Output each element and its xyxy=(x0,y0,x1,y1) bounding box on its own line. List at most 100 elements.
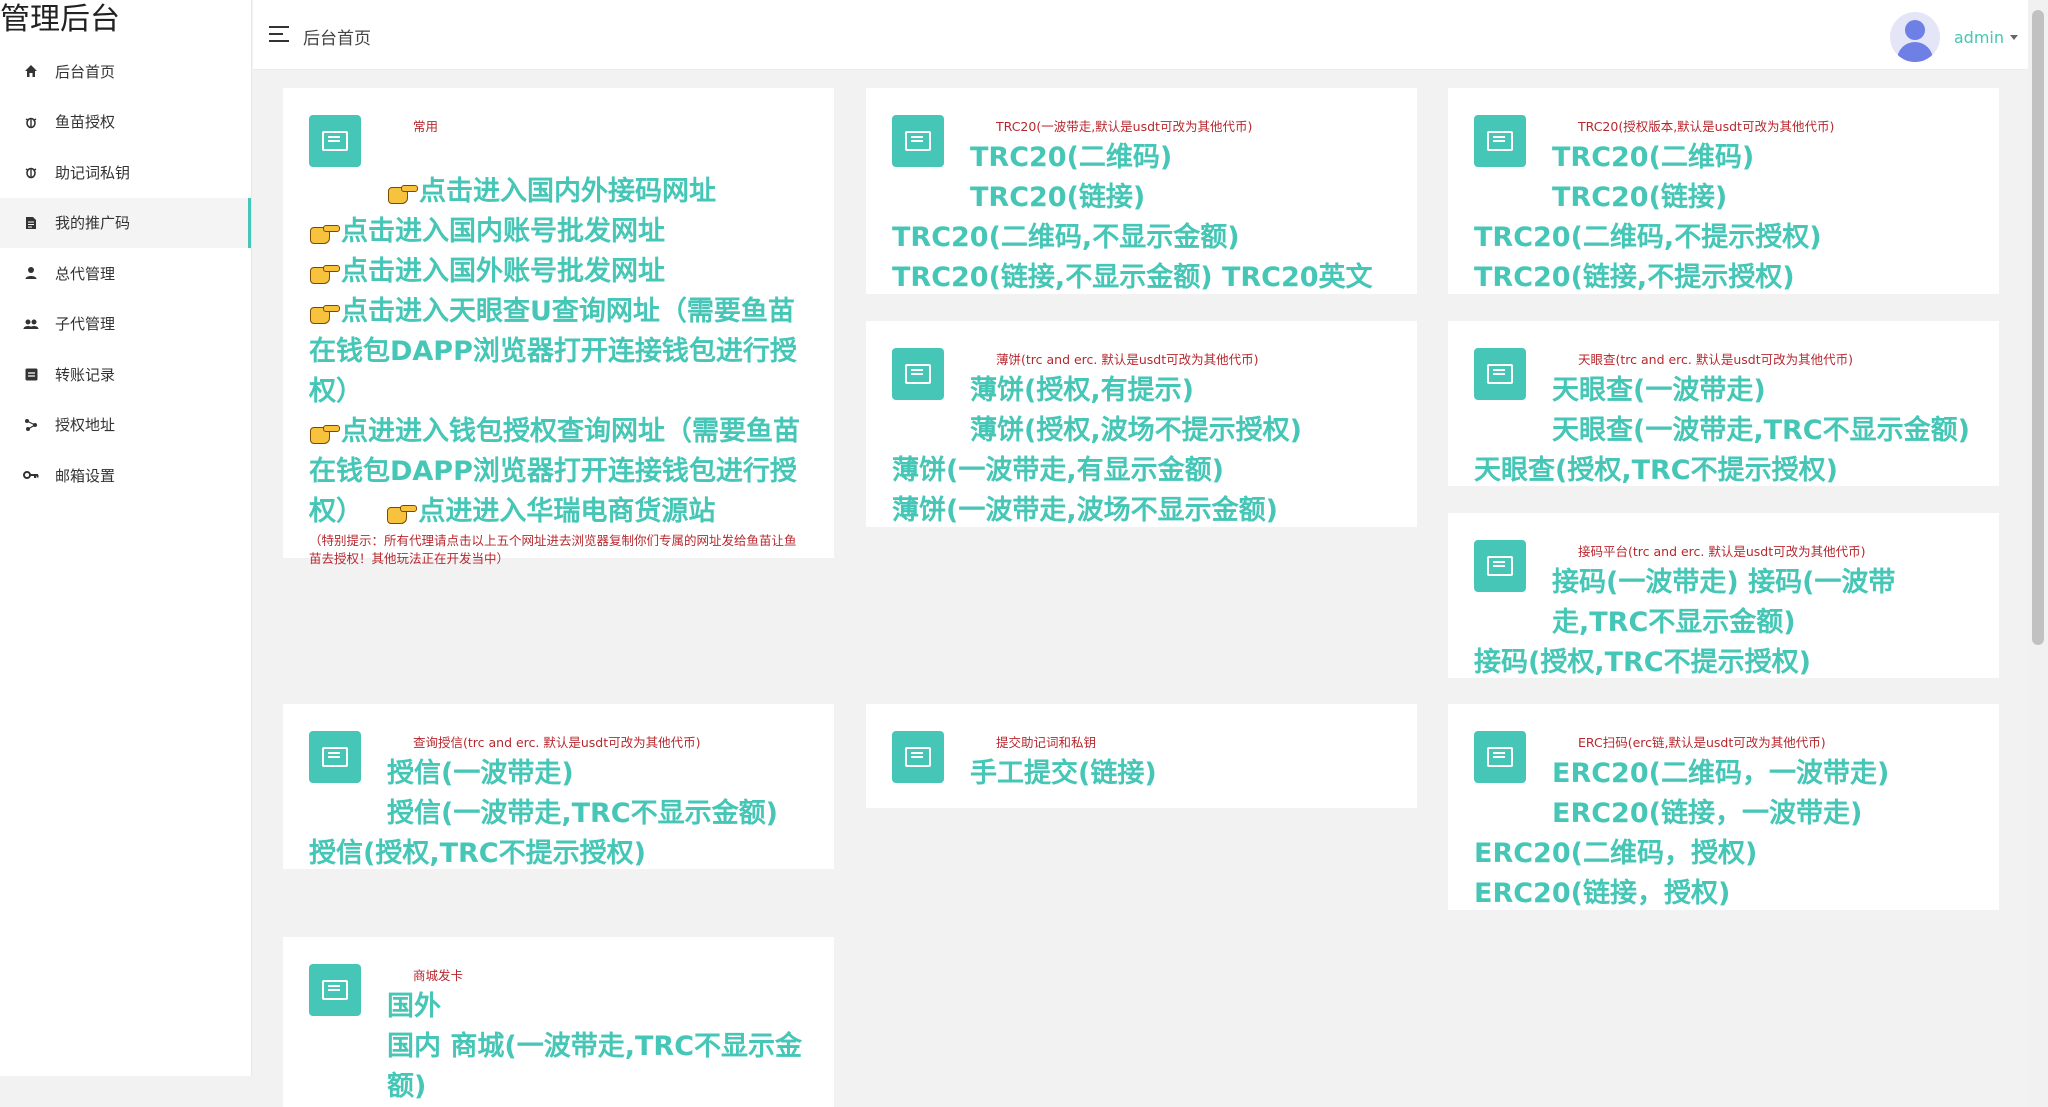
link-credit-one[interactable]: 授信(一波带走) xyxy=(387,758,574,789)
card-credit-query: 查询授信(trc and erc. 默认是usdt可改为其他代币) 授信(一波带… xyxy=(283,704,834,869)
card-title: 商城发卡 xyxy=(413,968,464,983)
card-sms-platform: 接码平台(trc and erc. 默认是usdt可改为其他代币) 接码(一波带… xyxy=(1448,513,1999,678)
card-links: 接码(一波带走) 接码(一波带走,TRC不显示金额) 接码(授权,TRC不提示授… xyxy=(1474,563,1973,683)
sidebar: 管理后台 后台首页 鱼苗授权 助记词私钥 我的推广码 总代管理 子代管理 转账记… xyxy=(0,0,252,1076)
pointing-hand-icon xyxy=(387,181,418,204)
sidebar-item-fish-auth[interactable]: 鱼苗授权 xyxy=(0,97,251,148)
link-tianyancha-query[interactable]: 点击进入天眼查U查询网址（需要鱼苗在钱包DAPP浏览器打开连接钱包进行授权） xyxy=(309,296,797,407)
link-shop-domestic[interactable]: 国内 xyxy=(387,1031,441,1062)
top-header: 后台首页 admin xyxy=(253,0,2028,70)
page-scrollbar[interactable] xyxy=(2028,0,2048,1107)
link-trc20-auth-link-silent[interactable]: TRC20(链接,不提示授权) xyxy=(1474,262,1795,293)
sidebar-item-promo-code[interactable]: 我的推广码 xyxy=(0,197,251,248)
link-pancake-auth[interactable]: 薄饼(授权,有提示) xyxy=(970,375,1194,406)
link-trc20-link-no-amount[interactable]: TRC20(链接,不显示金额) xyxy=(892,262,1213,293)
card-tianyancha: 天眼查(trc and erc. 默认是usdt可改为其他代币) 天眼查(一波带… xyxy=(1448,321,1999,486)
link-huarui-shop[interactable]: 点进进入华瑞电商货源站 xyxy=(418,496,715,527)
bug-icon xyxy=(22,163,40,181)
card-links: TRC20(二维码) TRC20(链接) TRC20(二维码,不提示授权) TR… xyxy=(1474,138,1973,298)
link-trc20-qr[interactable]: TRC20(二维码) xyxy=(970,142,1172,173)
group-icon xyxy=(22,315,40,333)
card-pancake: 薄饼(trc and erc. 默认是usdt可改为其他代币) 薄饼(授权,有提… xyxy=(866,321,1417,527)
link-erc20-link-auth[interactable]: ERC20(链接，授权) xyxy=(1474,878,1730,909)
sidebar-item-sub-agent[interactable]: 子代管理 xyxy=(0,299,251,350)
link-erc20-qr-one[interactable]: ERC20(二维码，一波带走) xyxy=(1552,758,1889,789)
sidebar-item-general-agent[interactable]: 总代管理 xyxy=(0,248,251,299)
card-links: 天眼查(一波带走) 天眼查(一波带走,TRC不显示金额) 天眼查(授权,TRC不… xyxy=(1474,371,1973,491)
link-pancake-one[interactable]: 薄饼(一波带走,有显示金额) xyxy=(892,455,1224,486)
pointing-hand-icon xyxy=(309,261,340,284)
avatar xyxy=(1889,12,1940,62)
link-trc20-auth-qr-silent[interactable]: TRC20(二维码,不提示授权) xyxy=(1474,222,1822,253)
link-trc20-auth-qr[interactable]: TRC20(二维码) xyxy=(1552,142,1754,173)
link-tianyan-one-no-amount[interactable]: 天眼查(一波带走,TRC不显示金额) xyxy=(1552,415,1970,446)
brand-title: 管理后台 xyxy=(0,2,120,37)
card-note: （特别提示：所有代理请点击以上五个网址进去浏览器复制你们专属的网址发给鱼苗让鱼苗… xyxy=(309,533,797,566)
link-trc20-auth-link[interactable]: TRC20(链接) xyxy=(1552,182,1727,213)
link-shop-foreign[interactable]: 国外 xyxy=(387,991,441,1022)
user-menu[interactable]: admin xyxy=(1889,12,2018,62)
sidebar-item-label: 总代管理 xyxy=(55,264,116,283)
sidebar-item-label: 助记词私钥 xyxy=(55,163,131,182)
link-foreign-accounts[interactable]: 点击进入国外账号批发网址 xyxy=(341,256,665,287)
sidebar-item-transfer-records[interactable]: 转账记录 xyxy=(0,349,251,400)
link-manual-submit[interactable]: 手工提交(链接) xyxy=(970,758,1157,789)
card-icon xyxy=(892,115,944,167)
sidebar-menu: 后台首页 鱼苗授权 助记词私钥 我的推广码 总代管理 子代管理 转账记录 授权地… xyxy=(0,46,251,501)
card-icon xyxy=(892,348,944,400)
link-trc20-english[interactable]: TRC20英文 xyxy=(1222,262,1373,293)
card-icon xyxy=(309,731,361,783)
card-links: 国外 国内 商城(一波带走,TRC不显示金额) xyxy=(309,987,808,1107)
scrollbar-thumb[interactable] xyxy=(2032,10,2044,645)
link-jiema-one[interactable]: 接码(一波带走) xyxy=(1552,567,1739,598)
bug-icon xyxy=(22,113,40,131)
pointing-hand-icon xyxy=(309,301,340,324)
card-icon xyxy=(892,731,944,783)
card-title: 查询授信(trc and erc. 默认是usdt可改为其他代币) xyxy=(413,735,701,750)
card-links: TRC20(二维码) TRC20(链接) TRC20(二维码,不显示金额) TR… xyxy=(892,138,1391,298)
key-icon xyxy=(22,466,40,484)
link-erc20-qr-auth[interactable]: ERC20(二维码，授权) xyxy=(1474,838,1757,869)
card-links: 薄饼(授权,有提示) 薄饼(授权,波场不提示授权) 薄饼(一波带走,有显示金额)… xyxy=(892,371,1391,531)
card-icon xyxy=(1474,115,1526,167)
card-shop: 商城发卡 国外 国内 商城(一波带走,TRC不显示金额) xyxy=(283,937,834,1107)
menu-toggle-icon[interactable] xyxy=(269,26,289,42)
sidebar-item-home[interactable]: 后台首页 xyxy=(0,46,251,97)
breadcrumb: 后台首页 xyxy=(303,29,371,49)
card-trc20-one: TRC20(一波带走,默认是usdt可改为其他代币) TRC20(二维码) TR… xyxy=(866,88,1417,294)
list-icon xyxy=(22,365,40,383)
link-tianyan-one[interactable]: 天眼查(一波带走) xyxy=(1552,375,1766,406)
card-icon xyxy=(309,964,361,1016)
link-credit-one-no-amount[interactable]: 授信(一波带走,TRC不显示金额) xyxy=(387,798,778,829)
sidebar-item-label: 转账记录 xyxy=(55,365,116,384)
link-pancake-auth-silent[interactable]: 薄饼(授权,波场不提示授权) xyxy=(970,415,1302,446)
link-trc20-link[interactable]: TRC20(链接) xyxy=(970,182,1145,213)
card-links: 手工提交(链接) xyxy=(892,754,1391,794)
sidebar-item-label: 鱼苗授权 xyxy=(55,113,116,132)
card-mnemonic-submit: 提交助记词和私钥 手工提交(链接) xyxy=(866,704,1417,808)
link-erc20-link-one[interactable]: ERC20(链接，一波带走) xyxy=(1552,798,1862,829)
sidebar-item-auth-address[interactable]: 授权地址 xyxy=(0,400,251,451)
card-icon xyxy=(309,115,361,167)
card-erc-scan: ERC扫码(erc链,默认是usdt可改为其他代币) ERC20(二维码，一波带… xyxy=(1448,704,1999,910)
link-tianyan-auth[interactable]: 天眼查(授权,TRC不提示授权) xyxy=(1474,455,1838,486)
link-domestic-accounts[interactable]: 点击进入国内账号批发网址 xyxy=(341,216,665,247)
card-links: 点击进入国内外接码网址 点击进入国内账号批发网址 点击进入国外账号批发网址 点击… xyxy=(309,172,808,532)
sidebar-item-label: 我的推广码 xyxy=(55,214,131,233)
link-trc20-qr-no-amount[interactable]: TRC20(二维码,不显示金额) xyxy=(892,222,1240,253)
card-title: 提交助记词和私钥 xyxy=(996,735,1097,750)
card-title: 天眼查(trc and erc. 默认是usdt可改为其他代币) xyxy=(1578,352,1854,367)
card-icon xyxy=(1474,348,1526,400)
link-shop-mall[interactable]: 商城(一波带走,TRC不显示金额) xyxy=(387,1031,802,1102)
card-links: ERC20(二维码，一波带走) ERC20(链接，一波带走) ERC20(二维码… xyxy=(1474,754,1973,914)
link-pancake-one-no-amount[interactable]: 薄饼(一波带走,波场不显示金额) xyxy=(892,495,1278,526)
link-sms-code[interactable]: 点击进入国内外接码网址 xyxy=(419,176,716,207)
card-title: 接码平台(trc and erc. 默认是usdt可改为其他代币) xyxy=(1578,544,1866,559)
sidebar-item-mnemonic[interactable]: 助记词私钥 xyxy=(0,147,251,198)
chevron-down-icon xyxy=(2010,34,2018,40)
pointing-hand-icon xyxy=(386,501,418,524)
document-icon xyxy=(22,214,40,232)
link-jiema-auth[interactable]: 接码(授权,TRC不提示授权) xyxy=(1474,647,1811,678)
sidebar-item-email-settings[interactable]: 邮箱设置 xyxy=(0,450,251,501)
link-credit-auth[interactable]: 授信(授权,TRC不提示授权) xyxy=(309,838,646,869)
